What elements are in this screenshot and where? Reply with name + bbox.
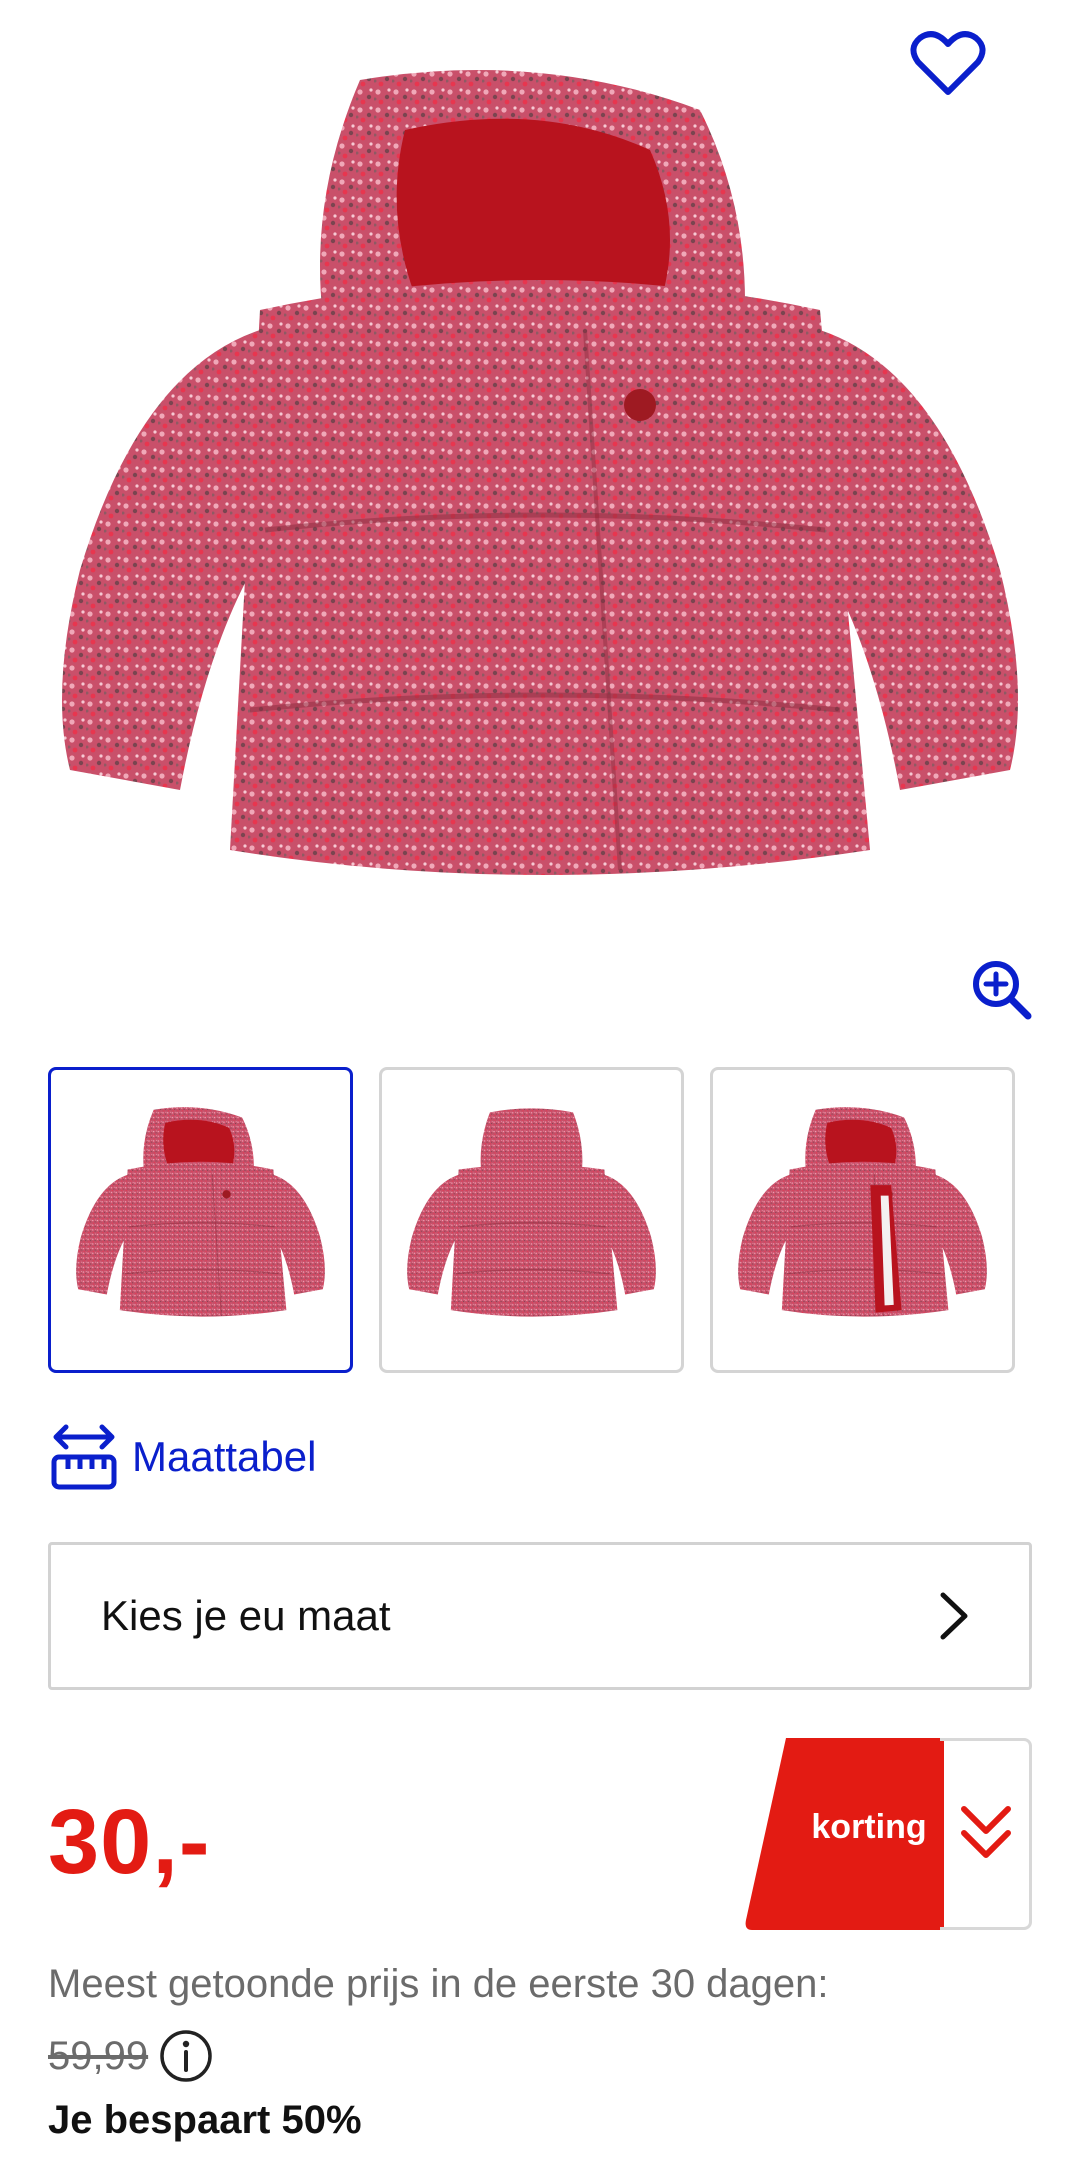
thumbnail-back[interactable] [379,1067,684,1373]
info-icon[interactable] [158,2028,214,2084]
size-select-label: Kies je eu maat [101,1592,391,1639]
current-price: 30,- [48,1791,211,1893]
size-chart-link[interactable]: Maattabel [50,1422,316,1492]
size-chart-label: Maattabel [132,1433,317,1480]
size-select-button[interactable]: Kies je eu maat [48,1542,1032,1690]
thumbnail-front[interactable] [48,1067,353,1373]
lowest-price-note: Meest getoonde prijs in de eerste 30 dag… [48,1962,829,2006]
ruler-arrows-icon [51,1424,117,1490]
old-price-row: 59,99 [48,2025,214,2087]
discount-badge[interactable]: korting [744,1738,1032,1930]
discount-expand-button[interactable] [940,1738,1032,1930]
thumbnail-open[interactable] [710,1067,1015,1373]
old-price: 59,99 [48,2033,149,2078]
double-chevron-down-icon [961,1806,1011,1858]
product-image-area [0,0,1080,1040]
chevron-right-icon [940,1592,968,1640]
savings-text: Je bespaart 50% [48,2098,362,2142]
product-main-image[interactable] [50,70,1030,930]
thumbnail-strip [48,1067,1015,1373]
zoom-in-icon[interactable] [970,958,1032,1020]
heart-outline-icon[interactable] [910,28,986,98]
discount-badge-label: korting [811,1808,927,1846]
